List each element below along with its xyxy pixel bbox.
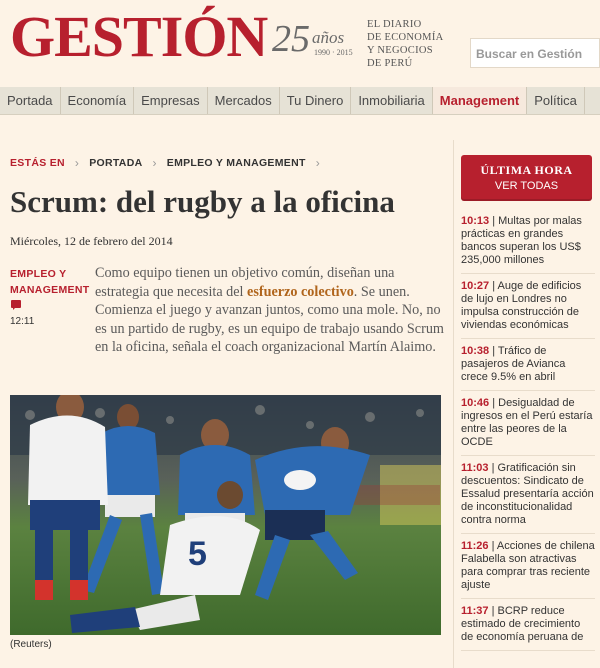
tagline-line: DE PERÚ xyxy=(367,58,413,69)
nav-item-tu-dinero[interactable]: Tu Dinero xyxy=(280,87,352,114)
news-item[interactable]: 11:26 | Acciones de chilena Falabella so… xyxy=(461,540,595,599)
news-item[interactable]: 11:03 | Gratificación sin descuentos: Si… xyxy=(461,462,595,534)
chevron-right-icon: › xyxy=(74,156,80,170)
article-lead: Como equipo tienen un objetivo común, di… xyxy=(95,264,450,357)
breadcrumb-link-portada[interactable]: PORTADA xyxy=(89,157,142,169)
search-input[interactable]: Buscar en Gestión xyxy=(470,38,600,68)
tagline: EL DIARIO DE ECONOMÍA Y NEGOCIOS DE PERÚ xyxy=(367,18,467,70)
nav-item-economia[interactable]: Economía xyxy=(61,87,135,114)
article-date: Miércoles, 12 de febrero del 2014 xyxy=(10,234,173,248)
news-time: 10:38 xyxy=(461,345,490,357)
article-title: Scrum: del rugby a la oficina xyxy=(10,184,395,219)
news-time: 10:46 xyxy=(461,397,490,409)
ultima-hora-title: ÚLTIMA HORA xyxy=(480,163,573,177)
site-header: GESTIÓN 25 años 1990 · 2015 EL DIARIO DE… xyxy=(0,0,600,84)
tagline-line: Y NEGOCIOS xyxy=(367,45,433,56)
lead-highlight-link[interactable]: esfuerzo colectivo xyxy=(247,284,354,300)
anniversary-years: 1990 · 2015 xyxy=(314,48,353,57)
anniversary-badge: 25 años 1990 · 2015 xyxy=(272,18,353,60)
article-section-link[interactable]: EMPLEO Y MANAGEMENT xyxy=(10,266,90,298)
main-nav: Portada Economía Empresas Mercados Tu Di… xyxy=(0,87,600,115)
sidebar-divider xyxy=(453,140,454,668)
chevron-right-icon: › xyxy=(152,156,157,170)
anniversary-number: 25 xyxy=(272,18,310,60)
site-logo[interactable]: GESTIÓN xyxy=(10,6,268,68)
nav-item-politica[interactable]: Política xyxy=(527,87,585,114)
nav-item-management[interactable]: Management xyxy=(432,87,528,114)
news-item[interactable]: 11:37 | BCRP reduce estimado de crecimie… xyxy=(461,605,595,651)
news-time: 11:26 xyxy=(461,540,489,552)
news-item[interactable]: 10:46 | Desigualdad de ingresos en el Pe… xyxy=(461,397,595,456)
rugby-photo-illustration: 5 xyxy=(10,395,441,635)
ultima-hora-button[interactable]: ÚLTIMA HORA VER TODAS xyxy=(461,155,592,201)
news-time: 10:27 xyxy=(461,280,490,292)
news-item[interactable]: 10:27 | Auge de edificios de lujo en Lon… xyxy=(461,280,595,339)
article-time: 12:11 xyxy=(10,316,35,327)
latest-news-list: 10:13 | Multas por malas prácticas en gr… xyxy=(461,215,595,657)
news-time: 11:37 xyxy=(461,605,489,617)
news-time: 11:03 xyxy=(461,462,489,474)
nav-item-empresas[interactable]: Empresas xyxy=(134,87,208,114)
breadcrumb-here-label: ESTÁS EN xyxy=(10,157,65,169)
news-item[interactable]: 10:13 | Multas por malas prácticas en gr… xyxy=(461,215,595,274)
nav-item-portada[interactable]: Portada xyxy=(0,87,61,114)
photo-caption: (Reuters) xyxy=(10,639,52,650)
chevron-right-icon: › xyxy=(315,156,320,170)
ver-todas-link[interactable]: VER TODAS xyxy=(461,180,592,192)
tagline-line: DE ECONOMÍA xyxy=(367,32,444,43)
news-item[interactable]: 10:38 | Tráfico de pasajeros de Avianca … xyxy=(461,345,595,391)
nav-item-mercados[interactable]: Mercados xyxy=(208,87,280,114)
anniversary-label: años xyxy=(312,28,345,47)
breadcrumb: ESTÁS EN › PORTADA › EMPLEO Y MANAGEMENT… xyxy=(10,156,330,170)
article-photo: 5 xyxy=(10,395,441,635)
nav-item-inmobiliaria[interactable]: Inmobiliaria xyxy=(351,87,433,114)
tagline-line: EL DIARIO xyxy=(367,19,422,30)
comment-icon[interactable] xyxy=(11,300,21,310)
breadcrumb-link-section[interactable]: EMPLEO Y MANAGEMENT xyxy=(167,157,306,169)
svg-text:5: 5 xyxy=(188,535,207,573)
news-time: 10:13 xyxy=(461,215,490,227)
